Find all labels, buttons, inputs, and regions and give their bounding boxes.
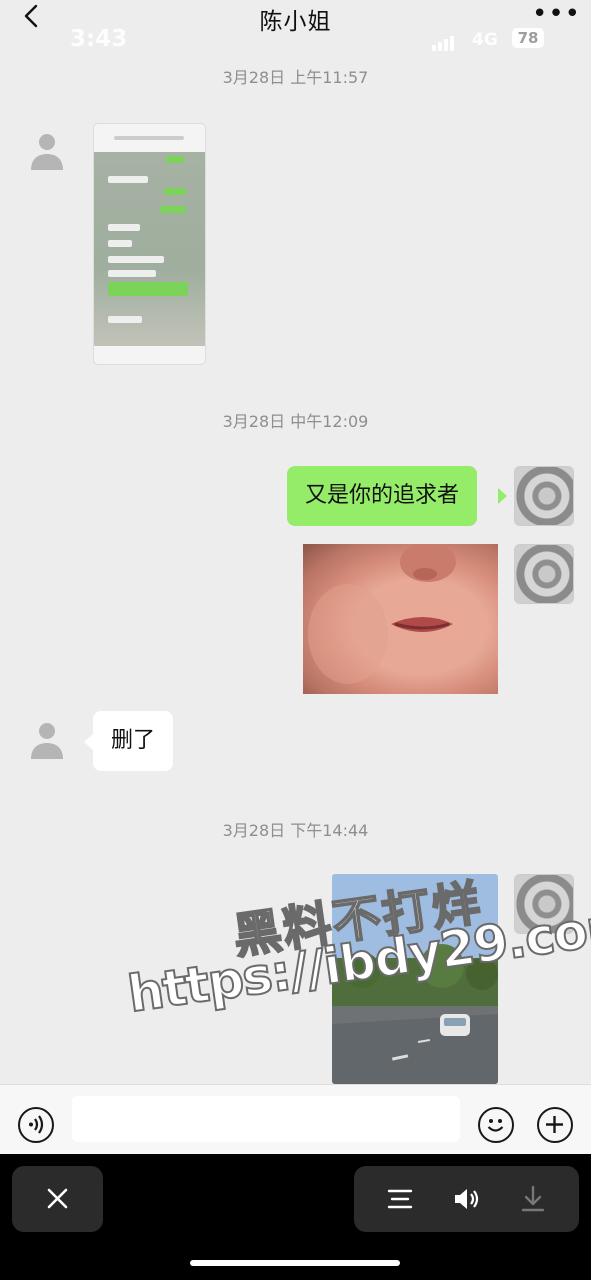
emoji-icon <box>487 1119 504 1132</box>
message-bubble-sent[interactable]: 又是你的追求者 <box>287 466 478 526</box>
voice-button[interactable] <box>18 1107 54 1143</box>
baby-face-image[interactable] <box>303 544 498 694</box>
status-time: 3:43 <box>70 26 128 52</box>
signal-icon <box>432 32 456 51</box>
voice-icon <box>29 1115 44 1134</box>
bubble-tail <box>84 734 93 750</box>
media-controls-group <box>354 1166 579 1232</box>
battery-indicator: 78 <box>512 28 544 48</box>
message-timestamp: 3月28日 下午14:44 <box>222 821 369 840</box>
plus-button[interactable] <box>537 1107 573 1143</box>
more-dots-icon[interactable]: ••• <box>532 1 581 27</box>
contact-avatar[interactable] <box>23 717 71 765</box>
chat-screenshot-image[interactable] <box>93 123 206 365</box>
default-avatar-icon <box>31 723 63 759</box>
close-button[interactable] <box>12 1166 103 1232</box>
speaker-icon[interactable] <box>452 1186 482 1212</box>
contact-avatar[interactable] <box>23 128 71 176</box>
message-bubble-received[interactable]: 删了 <box>93 711 174 771</box>
my-avatar[interactable] <box>514 466 574 526</box>
my-avatar[interactable] <box>514 544 574 604</box>
emoji-button[interactable] <box>478 1107 514 1143</box>
message-timestamp: 3月28日 上午11:57 <box>222 68 369 87</box>
download-icon[interactable] <box>519 1184 547 1214</box>
message-input[interactable] <box>72 1096 460 1142</box>
message-timestamp: 3月28日 中午12:09 <box>222 412 369 431</box>
network-type: 4G <box>472 30 498 50</box>
close-icon <box>47 1188 68 1209</box>
plus-icon <box>546 1116 563 1133</box>
menu-lines-icon[interactable] <box>386 1186 414 1212</box>
home-indicator <box>190 1260 400 1266</box>
bubble-tail <box>498 488 507 504</box>
baby-face-illustration <box>308 544 456 684</box>
default-avatar-icon <box>31 134 63 170</box>
